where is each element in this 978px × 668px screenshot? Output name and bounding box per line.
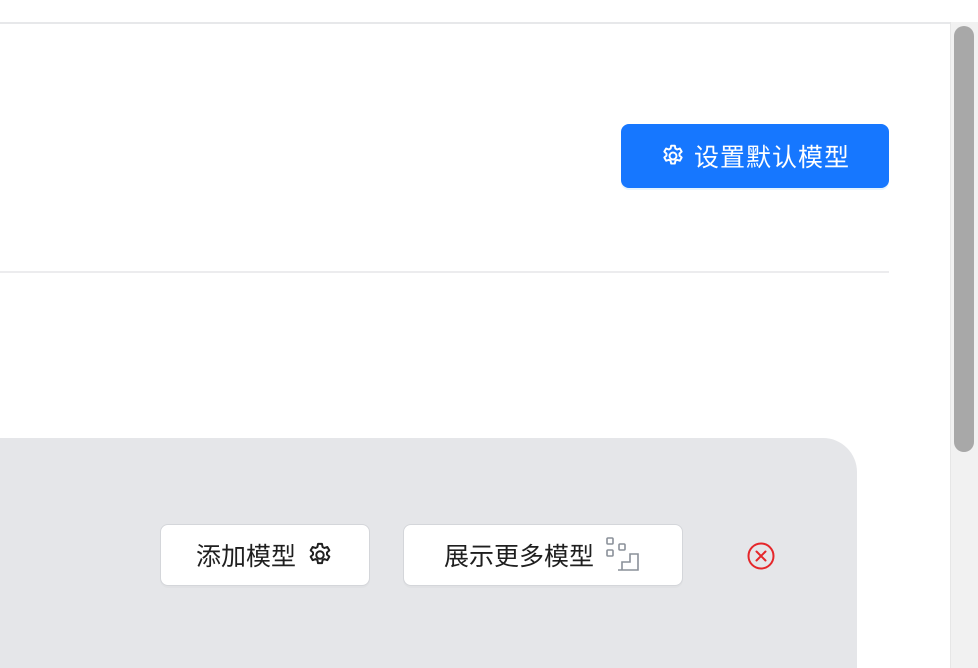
- scrollbar-thumb[interactable]: [954, 26, 974, 452]
- remove-model-button[interactable]: [746, 541, 776, 571]
- gear-icon: [660, 143, 686, 169]
- show-more-models-button[interactable]: 展示更多模型: [403, 524, 683, 586]
- add-model-label: 添加模型: [195, 542, 296, 571]
- section-divider: [0, 271, 889, 273]
- top-divider: [0, 22, 950, 24]
- page: 设置默认模型 添加模型 展示更多模型: [0, 0, 978, 668]
- close-circle-icon: [746, 542, 776, 575]
- stairs-dots-icon: [604, 536, 642, 574]
- add-model-button[interactable]: 添加模型: [160, 524, 370, 586]
- gear-icon: [306, 541, 334, 569]
- show-more-models-label: 展示更多模型: [443, 542, 594, 571]
- set-default-model-button[interactable]: 设置默认模型: [621, 124, 889, 188]
- set-default-model-label: 设置默认模型: [693, 143, 850, 172]
